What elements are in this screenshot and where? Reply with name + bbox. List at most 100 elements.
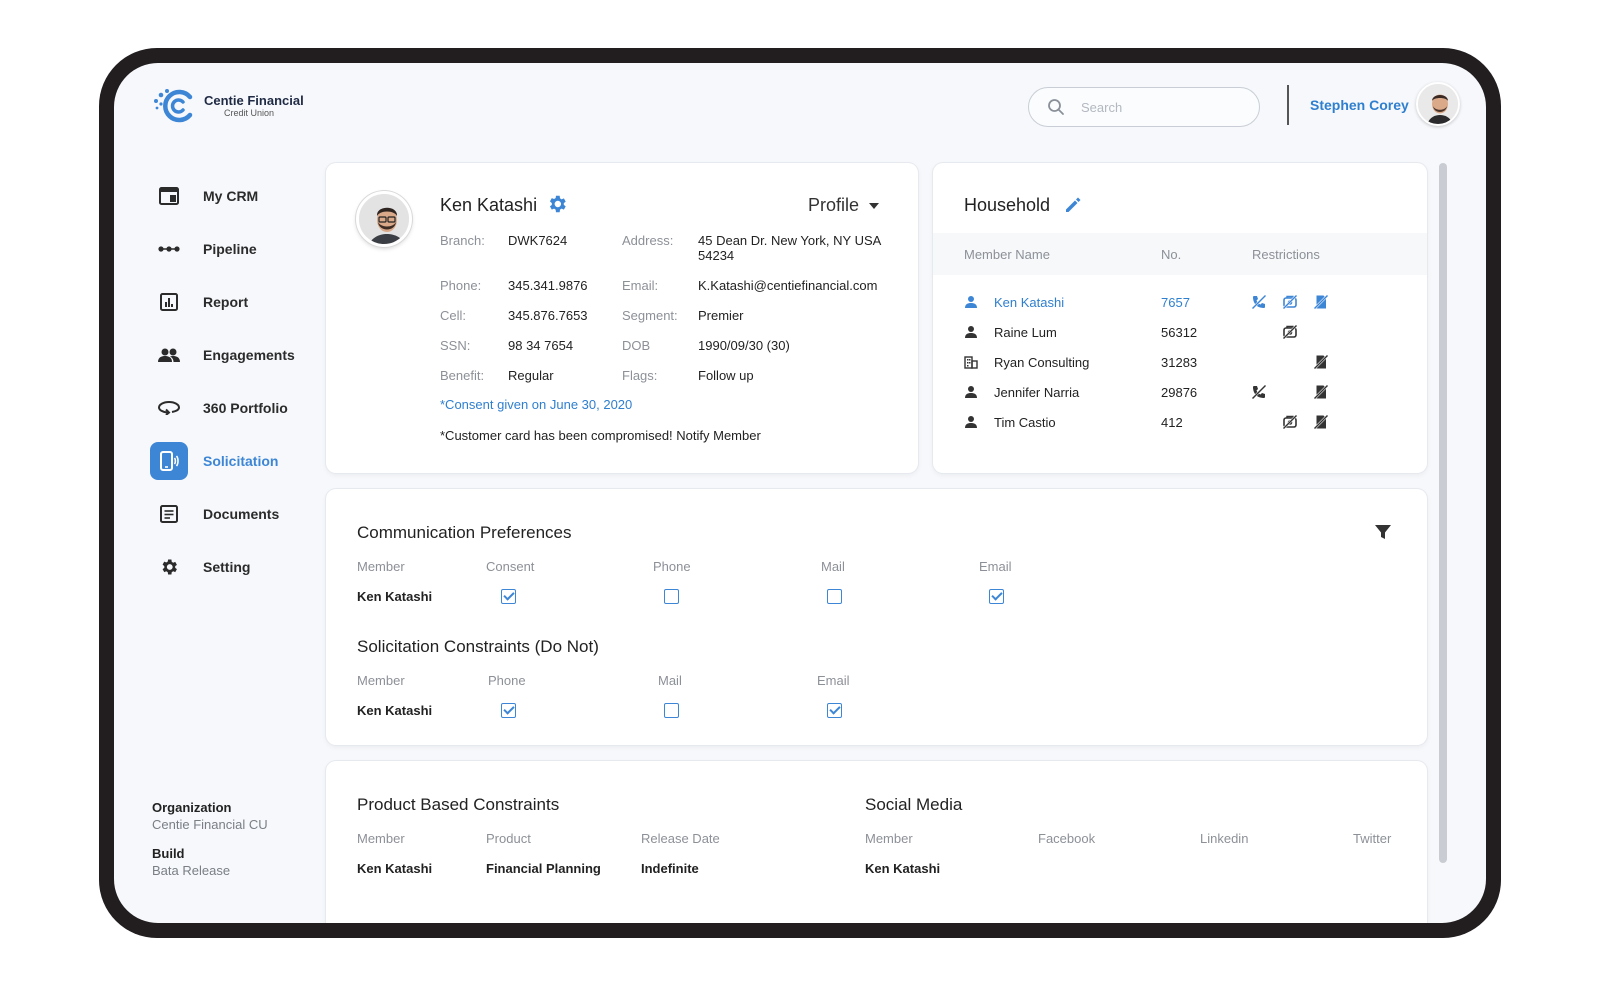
gear-icon bbox=[549, 195, 566, 213]
col-restrictions: Restrictions bbox=[1252, 247, 1320, 262]
prod-member-name: Ken Katashi bbox=[357, 861, 433, 876]
no-mail-icon bbox=[1282, 414, 1298, 435]
sidebar-item-360-portfolio[interactable]: 360 Portfolio bbox=[150, 389, 310, 427]
sol-mail-checkbox[interactable] bbox=[664, 703, 679, 718]
social-col-member: Member bbox=[865, 831, 913, 846]
household-member-name: Jennifer Narria bbox=[994, 385, 1080, 400]
sol-col-mail: Mail bbox=[658, 673, 682, 688]
household-member-name: Ryan Consulting bbox=[994, 355, 1090, 370]
no-mail-icon bbox=[1282, 294, 1298, 315]
comm-col-mail: Mail bbox=[821, 559, 845, 574]
main-scrollbar[interactable] bbox=[1439, 163, 1447, 863]
comm-phone-checkbox[interactable] bbox=[664, 589, 679, 604]
portfolio-icon bbox=[150, 389, 188, 427]
household-member-number: 7657 bbox=[1161, 295, 1190, 310]
sidebar-item-engagements[interactable]: Engagements bbox=[150, 336, 310, 374]
member-name: Ken Katashi bbox=[440, 195, 538, 215]
member-avatar bbox=[356, 191, 412, 247]
household-row[interactable]: Raine Lum 56312 bbox=[933, 318, 1427, 348]
comm-member-name: Ken Katashi bbox=[357, 589, 433, 604]
segment-value: Premier bbox=[698, 308, 744, 323]
ssn-label: SSN: bbox=[440, 338, 471, 353]
sidebar-item-documents[interactable]: Documents bbox=[150, 495, 310, 533]
household-table-header: Member Name No. Restrictions bbox=[933, 233, 1427, 275]
sidebar-item-label: Engagements bbox=[203, 347, 295, 363]
communication-card: Communication Preferences Member Consent… bbox=[326, 489, 1427, 745]
profile-settings-button[interactable] bbox=[546, 193, 568, 220]
user-name[interactable]: Stephen Corey bbox=[1310, 97, 1409, 113]
household-member-number: 29876 bbox=[1161, 385, 1198, 400]
no-phone-icon bbox=[1251, 294, 1267, 315]
household-row[interactable]: Ken Katashi 7657 bbox=[933, 288, 1427, 318]
comm-email-checkbox[interactable] bbox=[989, 589, 1004, 604]
person-icon bbox=[964, 325, 978, 344]
social-member-name: Ken Katashi bbox=[865, 861, 941, 876]
flags-label: Flags: bbox=[622, 368, 658, 383]
address-line2: 54234 bbox=[698, 248, 735, 263]
sidebar-nav: My CRM Pipeline Report Engagements 360 P… bbox=[150, 177, 310, 601]
sidebar-item-pipeline[interactable]: Pipeline bbox=[150, 230, 310, 268]
sol-email-checkbox[interactable] bbox=[827, 703, 842, 718]
comm-mail-checkbox[interactable] bbox=[827, 589, 842, 604]
prod-col-product: Product bbox=[486, 831, 531, 846]
person-icon bbox=[964, 385, 978, 404]
household-row[interactable]: Ryan Consulting 31283 bbox=[933, 348, 1427, 378]
prod-release-value: Indefinite bbox=[641, 861, 699, 876]
org-label: Organization bbox=[152, 800, 232, 815]
user-avatar[interactable] bbox=[1416, 82, 1460, 126]
sol-col-phone: Phone bbox=[488, 673, 526, 688]
no-email-icon bbox=[1313, 384, 1329, 405]
header-divider bbox=[1287, 85, 1289, 125]
sol-col-email: Email bbox=[817, 673, 850, 688]
sidebar-item-setting[interactable]: Setting bbox=[150, 548, 310, 586]
org-value: Centie Financial CU bbox=[152, 817, 268, 832]
pipeline-icon bbox=[150, 230, 188, 268]
product-constraints-title: Product Based Constraints bbox=[357, 795, 560, 814]
gear-icon bbox=[150, 548, 188, 586]
logo-mark-icon bbox=[152, 85, 198, 125]
address-label: Address: bbox=[622, 233, 674, 248]
sidebar-item-solicitation[interactable]: Solicitation bbox=[150, 442, 310, 480]
building-icon bbox=[964, 355, 978, 374]
solicitation-icon bbox=[150, 442, 188, 480]
branch-label: Branch: bbox=[440, 233, 485, 248]
filter-icon bbox=[1375, 525, 1391, 539]
sol-member-name: Ken Katashi bbox=[357, 703, 433, 718]
brand-subtitle: Credit Union bbox=[224, 107, 275, 118]
brand-name: Centie Financial bbox=[204, 92, 304, 108]
brand-logo[interactable]: Centie Financial Credit Union bbox=[152, 85, 304, 125]
social-media-title: Social Media bbox=[865, 795, 963, 814]
household-row[interactable]: Tim Castio 412 bbox=[933, 408, 1427, 438]
sidebar-item-my-crm[interactable]: My CRM bbox=[150, 177, 310, 215]
col-number: No. bbox=[1161, 247, 1182, 262]
household-title: Household bbox=[964, 195, 1051, 215]
sidebar-item-label: Solicitation bbox=[203, 453, 279, 469]
card-compromised-warning: *Customer card has been compromised! Not… bbox=[440, 428, 761, 443]
household-member-number: 412 bbox=[1161, 415, 1183, 430]
household-edit-button[interactable] bbox=[1063, 195, 1083, 220]
household-member-number: 31283 bbox=[1161, 355, 1198, 370]
dob-value: 1990/09/30 (30) bbox=[698, 338, 790, 353]
comm-prefs-title: Communication Preferences bbox=[357, 523, 572, 542]
social-col-facebook: Facebook bbox=[1038, 831, 1096, 846]
cell-value: 345.876.7653 bbox=[508, 308, 588, 323]
profile-dropdown[interactable]: Profile bbox=[808, 195, 880, 216]
comm-consent-checkbox[interactable] bbox=[501, 589, 516, 604]
prod-col-release: Release Date bbox=[641, 831, 720, 846]
sol-phone-checkbox[interactable] bbox=[501, 703, 516, 718]
filter-button[interactable] bbox=[1374, 523, 1392, 546]
comm-col-phone: Phone bbox=[653, 559, 691, 574]
benefit-label: Benefit: bbox=[440, 368, 485, 383]
search-input[interactable] bbox=[1081, 99, 1231, 115]
dob-label: DOB bbox=[622, 338, 651, 353]
comm-col-email: Email bbox=[979, 559, 1012, 574]
sidebar-item-report[interactable]: Report bbox=[150, 283, 310, 321]
consent-link[interactable]: *Consent given on June 30, 2020 bbox=[440, 397, 632, 412]
household-member-name: Ken Katashi bbox=[994, 295, 1065, 310]
sol-col-member: Member bbox=[357, 673, 405, 688]
household-member-name: Raine Lum bbox=[994, 325, 1057, 340]
no-phone-icon bbox=[1251, 384, 1267, 405]
household-row[interactable]: Jennifer Narria 29876 bbox=[933, 378, 1427, 408]
phone-label: Phone: bbox=[440, 278, 482, 293]
search-box[interactable] bbox=[1028, 87, 1260, 127]
